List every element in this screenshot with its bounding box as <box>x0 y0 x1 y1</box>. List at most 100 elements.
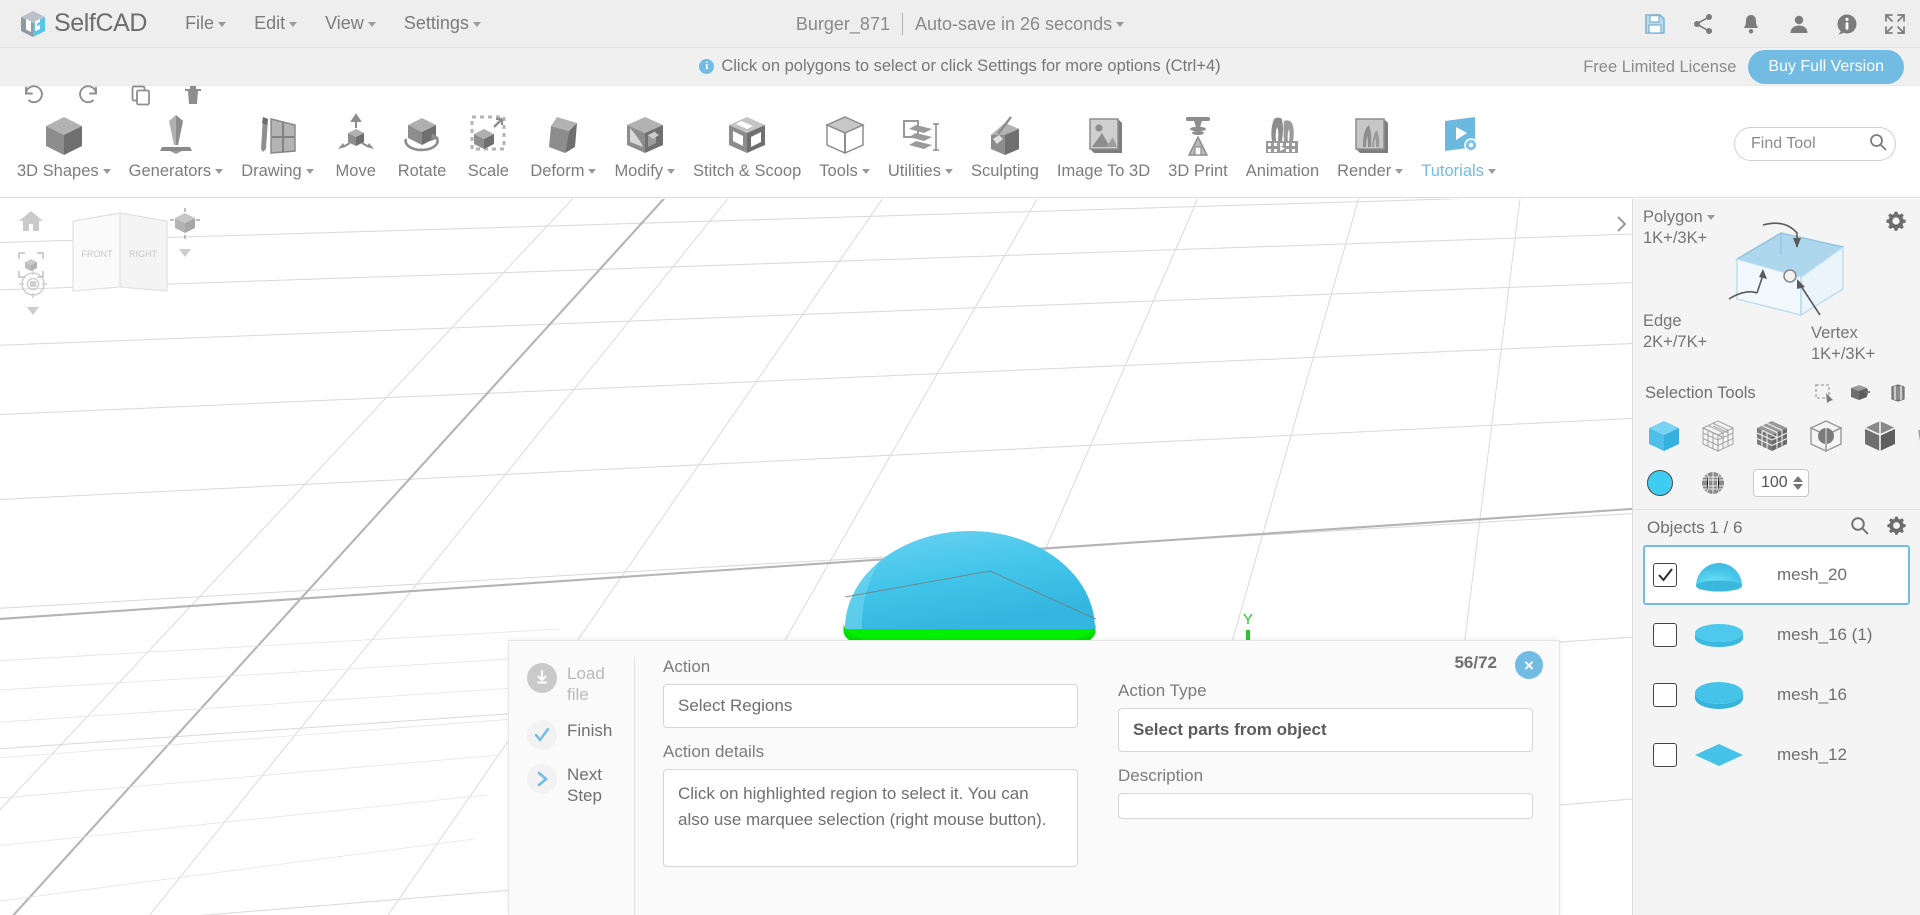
menu-file[interactable]: File <box>171 7 240 40</box>
main-toolbar: 3D Shapes Generators Drawing Move Rotate <box>0 108 1920 198</box>
modify-icon <box>621 112 669 160</box>
object-checkbox[interactable] <box>1653 683 1677 707</box>
panel-toggle-button[interactable] <box>1610 208 1632 240</box>
tool-label: Stitch & Scoop <box>693 162 802 180</box>
viewport-view-selector <box>168 207 202 257</box>
stepper-arrows-icon[interactable] <box>1792 474 1804 492</box>
select-single-icon[interactable] <box>1645 417 1683 455</box>
edge-count: 2K+/7K+ <box>1643 333 1708 352</box>
chevron-down-icon[interactable] <box>179 249 191 257</box>
menu-edit[interactable]: Edit <box>240 7 311 40</box>
tool-stitch-and-scoop[interactable]: Stitch & Scoop <box>684 108 810 181</box>
menu-settings[interactable]: Settings <box>390 7 495 40</box>
tool-3d-print[interactable]: 3D Print <box>1159 108 1237 181</box>
tool-rotate[interactable]: Rotate <box>389 108 456 181</box>
menu-file-label: File <box>185 13 215 33</box>
orientation-cube[interactable]: FRONT RIGHT <box>55 199 185 334</box>
undo-icon[interactable] <box>22 84 46 111</box>
select-half-icon[interactable] <box>1861 417 1899 455</box>
tool-drawing[interactable]: Drawing <box>232 108 323 181</box>
marquee-select-icon[interactable] <box>1814 383 1834 403</box>
pan-orbit-icon[interactable] <box>18 270 48 303</box>
tool-3d-shapes[interactable]: 3D Shapes <box>8 108 120 181</box>
find-tool-box[interactable] <box>1734 127 1896 161</box>
gear-icon[interactable] <box>1887 516 1906 540</box>
redo-icon[interactable] <box>76 84 100 111</box>
loop-select-icon[interactable] <box>1888 383 1908 403</box>
fullscreen-icon[interactable] <box>1884 13 1906 35</box>
menu-edit-label: Edit <box>254 13 286 33</box>
tool-image-to-3d[interactable]: Image To 3D <box>1048 108 1159 181</box>
action-type-input[interactable] <box>1118 708 1533 752</box>
list-item[interactable]: mesh_12 <box>1643 725 1910 785</box>
brush-color-swatch[interactable] <box>1647 470 1673 496</box>
buy-full-version-button[interactable]: Buy Full Version <box>1748 50 1904 84</box>
trash-icon[interactable] <box>182 84 204 111</box>
search-icon[interactable] <box>1869 133 1887 156</box>
cube-icon <box>40 112 88 160</box>
chevron-down-icon[interactable] <box>27 307 39 315</box>
share-icon[interactable] <box>1692 13 1714 35</box>
list-item[interactable]: mesh_16 <box>1643 665 1910 725</box>
select-all-icon[interactable] <box>1753 417 1791 455</box>
cube-face-right: RIGHT <box>129 249 158 259</box>
home-icon[interactable] <box>18 209 44 238</box>
sculpting-icon <box>981 112 1029 160</box>
menu-view[interactable]: View <box>311 7 390 40</box>
brush-amount-stepper[interactable]: 100 <box>1753 469 1809 497</box>
close-icon[interactable]: × <box>1515 651 1543 679</box>
autosave-status[interactable]: Auto-save in 26 seconds <box>915 14 1125 35</box>
description-input[interactable] <box>1118 793 1533 819</box>
list-item[interactable]: mesh_16 (1) <box>1643 605 1910 665</box>
info-icon[interactable] <box>1836 13 1858 35</box>
app-logo[interactable]: SelfCAD <box>18 9 147 39</box>
view-cube-icon[interactable] <box>168 208 202 245</box>
chevron-down-icon <box>472 21 481 27</box>
chevron-right-icon <box>527 763 557 794</box>
move-icon <box>332 112 380 160</box>
geometry-polygon-label[interactable]: Polygon 1K+/3K+ <box>1643 207 1715 250</box>
object-checkbox[interactable] <box>1653 743 1677 767</box>
deform-icon <box>539 112 587 160</box>
action-details-label: Action details <box>663 742 765 761</box>
add-select-icon[interactable] <box>1850 383 1872 403</box>
tutorial-step-label: Load file <box>567 664 605 705</box>
tutorial-step-finish[interactable]: Finish <box>527 719 634 750</box>
tool-move[interactable]: Move <box>323 108 389 181</box>
user-icon[interactable] <box>1788 13 1810 35</box>
save-icon[interactable] <box>1644 13 1666 35</box>
tutorial-step-load-file[interactable]: Load file <box>527 663 634 706</box>
object-checkbox[interactable] <box>1653 623 1677 647</box>
action-input[interactable] <box>663 684 1078 728</box>
chevron-down-icon <box>861 169 870 175</box>
action-details-textarea[interactable] <box>663 769 1078 867</box>
geometry-vertex-label: Vertex 1K+/3K+ <box>1811 323 1875 366</box>
tool-deform[interactable]: Deform <box>521 108 605 181</box>
search-icon[interactable] <box>1850 516 1869 540</box>
tool-render[interactable]: Render <box>1328 108 1412 181</box>
tool-tools[interactable]: Tools <box>810 108 879 181</box>
brush-mesh-icon[interactable] <box>1699 469 1727 497</box>
select-flat-icon[interactable] <box>1915 417 1920 455</box>
chevron-down-icon <box>1706 215 1715 221</box>
tool-sculpting[interactable]: Sculpting <box>962 108 1048 181</box>
tools-icon <box>821 112 869 160</box>
select-wireframe-icon[interactable] <box>1699 417 1737 455</box>
tool-generators[interactable]: Generators <box>120 108 233 181</box>
license-label: Free Limited License <box>1583 57 1737 76</box>
tool-utilities[interactable]: Utilities <box>879 108 962 181</box>
copy-icon[interactable] <box>130 84 152 111</box>
tool-scale[interactable]: Scale <box>455 108 521 181</box>
bell-icon[interactable] <box>1740 13 1762 35</box>
tool-label: Move <box>335 162 376 180</box>
notice-content: i Click on polygons to select or click S… <box>699 57 1221 76</box>
object-checkbox[interactable] <box>1653 563 1677 587</box>
tool-modify[interactable]: Modify <box>605 108 684 181</box>
gear-icon[interactable] <box>1886 211 1906 236</box>
find-tool-input[interactable] <box>1751 135 1869 153</box>
tool-animation[interactable]: Animation <box>1237 108 1328 181</box>
list-item[interactable]: mesh_20 <box>1643 545 1910 605</box>
tutorial-step-next[interactable]: Next Step <box>527 763 634 807</box>
tool-tutorials[interactable]: Tutorials <box>1412 108 1505 181</box>
select-sphere-icon[interactable] <box>1807 417 1845 455</box>
